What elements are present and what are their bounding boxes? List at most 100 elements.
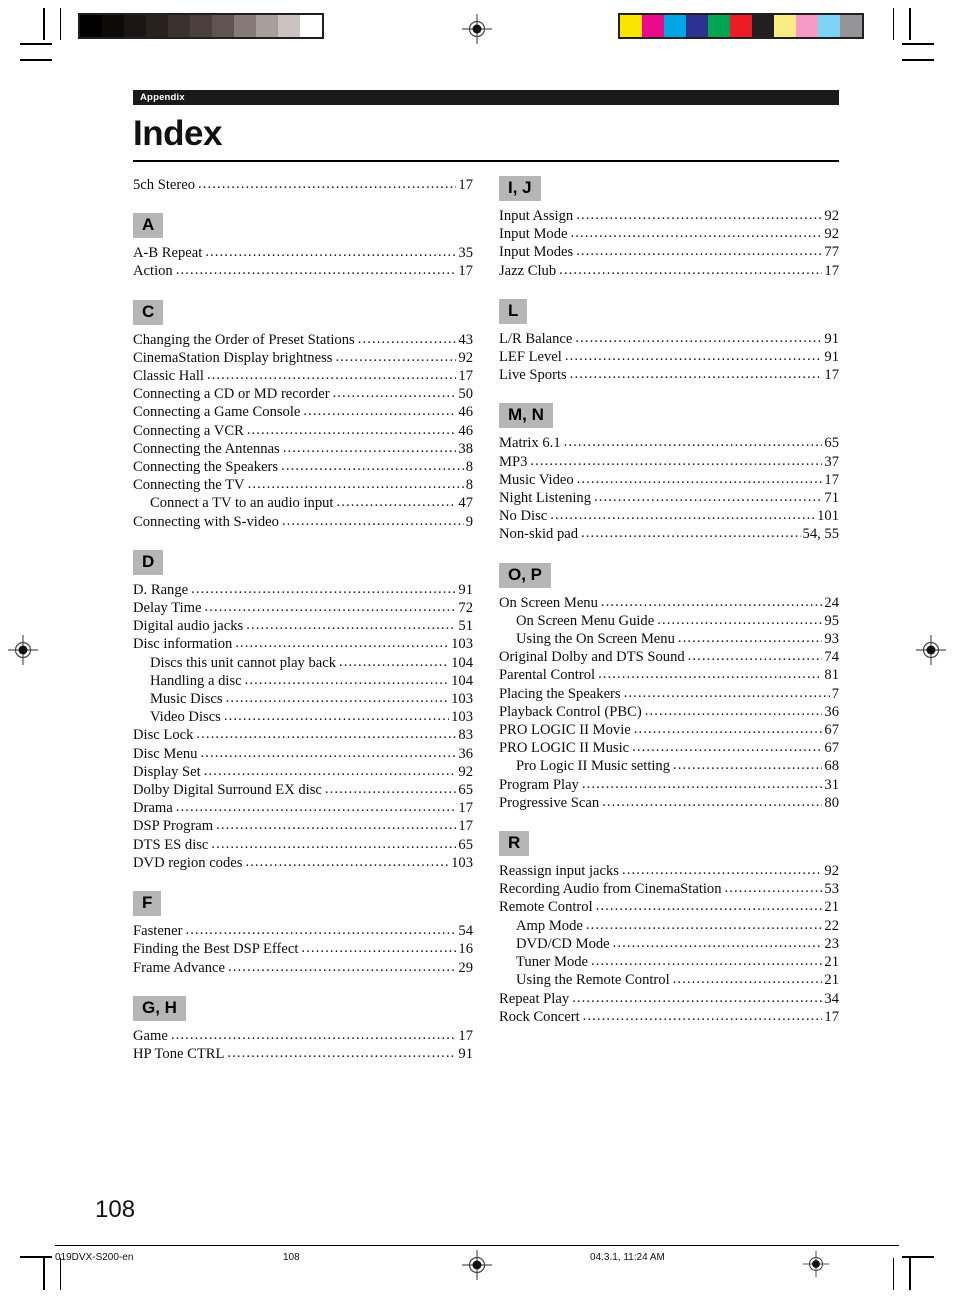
index-entry[interactable]: Rock Concert............................… <box>499 1008 839 1026</box>
index-letter-heading: M, N <box>499 403 553 429</box>
index-entry[interactable]: Connecting the Antennas.................… <box>133 440 473 458</box>
index-entry[interactable]: A-B Repeat..............................… <box>133 244 473 262</box>
index-subentry[interactable]: Amp Mode................................… <box>499 917 839 935</box>
index-entry[interactable]: Input Assign............................… <box>499 207 839 225</box>
index-column-right: I, J Input Assign........................… <box>499 176 839 1063</box>
index-entry[interactable]: Matrix 6.1..............................… <box>499 434 839 452</box>
index-entry[interactable]: Connecting with S-video.................… <box>133 513 473 531</box>
index-entry-title: Progressive Scan <box>499 794 600 811</box>
index-entry[interactable]: Changing the Order of Preset Stations...… <box>133 331 473 349</box>
index-subentry[interactable]: Video Discs.............................… <box>133 708 473 726</box>
index-subentry[interactable]: Connect a TV to an audio input..........… <box>133 494 473 512</box>
index-entry[interactable]: Connecting the TV.......................… <box>133 476 473 494</box>
dot-leader: ........................................… <box>245 853 450 870</box>
index-entry-title: Fastener <box>133 923 183 940</box>
index-entry[interactable]: Fastener................................… <box>133 922 473 940</box>
dot-leader: ........................................… <box>582 1007 823 1024</box>
index-entry[interactable]: Live Sports.............................… <box>499 366 839 384</box>
index-entry[interactable]: Connecting the Speakers.................… <box>133 458 473 476</box>
dot-leader: ........................................… <box>632 739 823 756</box>
index-entry-title: Connecting the Antennas <box>133 440 280 457</box>
index-entry[interactable]: PRO LOGIC II Music......................… <box>499 739 839 757</box>
dot-leader: ........................................… <box>672 971 823 988</box>
index-entry[interactable]: MP3.....................................… <box>499 453 839 471</box>
index-entry[interactable]: Original Dolby and DTS Sound............… <box>499 648 839 666</box>
index-letter-heading: A <box>133 213 164 239</box>
index-entry-title: Parental Control <box>499 667 596 684</box>
index-entry[interactable]: HP Tone CTRL............................… <box>133 1045 473 1063</box>
index-entry-page-number: 67 <box>824 722 839 739</box>
index-entry[interactable]: Progressive Scan........................… <box>499 794 839 812</box>
index-entry[interactable]: Placing the Speakers....................… <box>499 685 839 703</box>
index-entry[interactable]: CinemaStation Display brightness........… <box>133 349 473 367</box>
index-entry-title: Amp Mode <box>516 917 583 934</box>
index-entry-title: DVD/CD Mode <box>516 935 610 952</box>
index-subentry[interactable]: Music Discs.............................… <box>133 690 473 708</box>
index-entry[interactable]: Display Set.............................… <box>133 763 473 781</box>
index-entry[interactable]: Classic Hall............................… <box>133 367 473 385</box>
index-entry[interactable]: Night Listening.........................… <box>499 489 839 507</box>
index-group: G, H Game................................… <box>133 995 473 1063</box>
index-entry[interactable]: Drama...................................… <box>133 799 473 817</box>
index-entry-title: PRO LOGIC II Movie <box>499 722 631 739</box>
index-entry[interactable]: No Disc.................................… <box>499 507 839 525</box>
index-entry[interactable]: Digital audio jacks.....................… <box>133 617 473 635</box>
index-entry[interactable]: Input Modes.............................… <box>499 243 839 261</box>
index-entry[interactable]: Action..................................… <box>133 262 473 280</box>
index-entry-page-number: 81 <box>824 667 839 684</box>
index-entry[interactable]: Connecting a CD or MD recorder..........… <box>133 385 473 403</box>
index-entry-title: Pro Logic II Music setting <box>516 758 671 775</box>
index-subentry[interactable]: Using the Remote Control................… <box>499 971 839 989</box>
index-entry[interactable]: Disc Lock...............................… <box>133 726 473 744</box>
index-entry[interactable]: 5ch Stereo..............................… <box>133 176 473 194</box>
index-entry[interactable]: Connecting a VCR........................… <box>133 422 473 440</box>
dot-leader: ........................................… <box>301 940 456 957</box>
index-entry[interactable]: Input Mode..............................… <box>499 225 839 243</box>
index-entry-page-number: 17 <box>824 471 839 488</box>
index-subentry[interactable]: Using the On Screen Menu................… <box>499 630 839 648</box>
dot-leader: ........................................… <box>575 329 823 346</box>
index-entry-title: Drama <box>133 800 173 817</box>
index-subentry[interactable]: Tuner Mode..............................… <box>499 953 839 971</box>
index-group: A A-B Repeat.............................… <box>133 213 473 280</box>
index-letter-heading: D <box>133 549 164 575</box>
index-subentry[interactable]: Pro Logic II Music setting..............… <box>499 757 839 775</box>
index-entry[interactable]: Reassign input jacks....................… <box>499 862 839 880</box>
index-entry[interactable]: PRO LOGIC II Movie......................… <box>499 721 839 739</box>
index-entry[interactable]: Playback Control (PBC)..................… <box>499 703 839 721</box>
index-entry-page-number: 50 <box>458 386 473 403</box>
index-entry[interactable]: Parental Control........................… <box>499 666 839 684</box>
index-subentry[interactable]: Discs this unit cannot play back........… <box>133 654 473 672</box>
index-entry[interactable]: DVD region codes........................… <box>133 854 473 872</box>
index-subentry[interactable]: Handling a disc.........................… <box>133 672 473 690</box>
index-entry[interactable]: DTS ES disc.............................… <box>133 836 473 854</box>
index-subentry[interactable]: DVD/CD Mode.............................… <box>499 935 839 953</box>
index-entry[interactable]: Repeat Play.............................… <box>499 990 839 1008</box>
index-entry[interactable]: Program Play............................… <box>499 776 839 794</box>
index-entry[interactable]: L/R Balance.............................… <box>499 330 839 348</box>
dot-leader: ........................................… <box>227 1044 456 1061</box>
index-entry[interactable]: Finding the Best DSP Effect.............… <box>133 940 473 958</box>
index-entry-page-number: 23 <box>824 935 839 952</box>
index-entry[interactable]: D. Range................................… <box>133 581 473 599</box>
index-entry[interactable]: Recording Audio from CinemaStation......… <box>499 880 839 898</box>
index-entry[interactable]: Disc information........................… <box>133 635 473 653</box>
index-entry[interactable]: On Screen Menu..........................… <box>499 594 839 612</box>
index-entry[interactable]: Jazz Club...............................… <box>499 262 839 280</box>
dot-leader: ........................................… <box>581 775 823 792</box>
index-entry[interactable]: LEF Level...............................… <box>499 348 839 366</box>
index-entry[interactable]: Game....................................… <box>133 1027 473 1045</box>
dot-leader: ........................................… <box>644 702 823 719</box>
index-subentry[interactable]: On Screen Menu Guide....................… <box>499 612 839 630</box>
index-entry[interactable]: Non-skid pad............................… <box>499 525 839 543</box>
index-entry[interactable]: Connecting a Game Console...............… <box>133 403 473 421</box>
index-entry[interactable]: Frame Advance...........................… <box>133 959 473 977</box>
index-entry[interactable]: Music Video.............................… <box>499 471 839 489</box>
index-entry-title: Connecting the Speakers <box>133 459 279 476</box>
index-entry[interactable]: Remote Control..........................… <box>499 898 839 916</box>
index-entry[interactable]: Dolby Digital Surround EX disc..........… <box>133 781 473 799</box>
index-entry[interactable]: DSP Program.............................… <box>133 817 473 835</box>
dot-leader: ........................................… <box>576 470 823 487</box>
index-entry[interactable]: Delay Time..............................… <box>133 599 473 617</box>
index-entry[interactable]: Disc Menu...............................… <box>133 745 473 763</box>
